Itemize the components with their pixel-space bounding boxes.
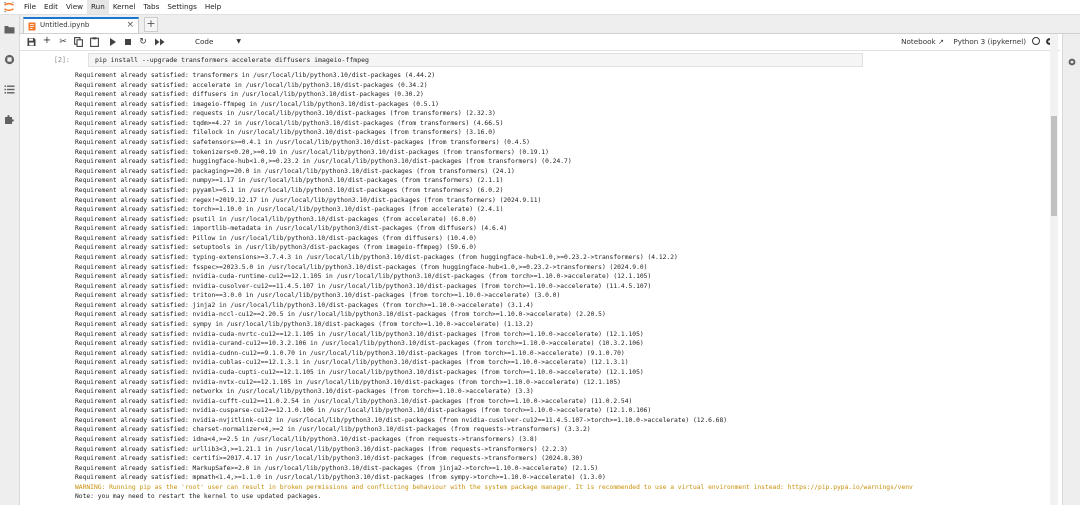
output-line: Requirement already satisfied: pyyaml>=5… (75, 186, 504, 194)
menu-run[interactable]: Run (87, 0, 109, 14)
output-line: Requirement already satisfied: packaging… (75, 167, 515, 175)
output-line: Requirement already satisfied: MarkupSaf… (75, 464, 599, 472)
output-line: Requirement already satisfied: nvidia-cu… (75, 349, 625, 357)
save-icon[interactable] (27, 37, 36, 47)
cell-prompt: [2]: (54, 56, 70, 64)
run-icon[interactable] (109, 37, 117, 47)
output-line: Requirement already satisfied: mpmath<1.… (75, 474, 606, 482)
output-line: Requirement already satisfied: nvidia-nc… (75, 311, 606, 319)
insert-cell-icon[interactable]: + (42, 36, 52, 46)
output-line: Requirement already satisfied: nvidia-cu… (75, 359, 629, 367)
output-line: Requirement already satisfied: diffusers… (75, 91, 424, 99)
output-line: Requirement already satisfied: torch>=1.… (75, 206, 504, 214)
output-line: Requirement already satisfied: nvidia-nv… (75, 378, 621, 386)
output-line: Requirement already satisfied: nvidia-cu… (75, 330, 644, 338)
scrollbar-thumb[interactable] (1051, 116, 1057, 216)
output-line: Requirement already satisfied: nvidia-cu… (75, 340, 644, 348)
left-sidebar (0, 15, 20, 505)
paste-icon[interactable] (90, 37, 99, 47)
menu-tabs[interactable]: Tabs (139, 0, 163, 14)
output-line: Requirement already satisfied: tokenizer… (75, 148, 549, 156)
property-inspector-icon[interactable] (1068, 58, 1076, 66)
cell-type-select[interactable]: Code ▼ (195, 35, 243, 49)
output-line: Requirement already satisfied: nvidia-nv… (75, 416, 728, 424)
output-warning: WARNING: Running pip as the 'root' user … (75, 483, 913, 491)
kernel-name[interactable]: Python 3 (ipykernel) (953, 37, 1026, 46)
menu-edit[interactable]: Edit (40, 0, 62, 14)
tab-untitled-notebook[interactable]: Untitled.ipynb × (23, 17, 139, 33)
output-line: Requirement already satisfied: imageio-f… (75, 100, 439, 108)
new-tab-button[interactable]: + (144, 17, 158, 32)
output-line: Requirement already satisfied: importlib… (75, 225, 508, 233)
output-line: Requirement already satisfied: transform… (75, 72, 436, 79)
output-line: Requirement already satisfied: tqdm>=4.2… (75, 119, 504, 127)
copy-icon[interactable] (74, 37, 83, 47)
notebook-toolbar: + ✂ ↻ Code ▼ Notebook ↗ Python 3 (ipyker… (20, 34, 1060, 51)
output-line: Requirement already satisfied: requests … (75, 110, 496, 118)
output-line: Requirement already satisfied: huggingfa… (75, 158, 572, 166)
output-line: Requirement already satisfied: regex!=20… (75, 196, 542, 204)
menu-view[interactable]: View (62, 0, 87, 14)
cell-input-code: pip install --upgrade transformers accel… (95, 56, 369, 64)
output-line: Requirement already satisfied: accelerat… (75, 81, 428, 89)
menu-help[interactable]: Help (201, 0, 225, 14)
output-line: Requirement already satisfied: numpy>=1.… (75, 177, 504, 185)
extension-icon[interactable] (4, 114, 15, 125)
cut-icon[interactable]: ✂ (58, 37, 68, 47)
output-line: Requirement already satisfied: nvidia-cu… (75, 368, 644, 376)
output-line: Requirement already satisfied: psutil in… (75, 215, 477, 223)
output-line: Requirement already satisfied: jinja2 in… (75, 301, 534, 309)
tab-label: Untitled.ipynb (40, 21, 90, 29)
menubar: File Edit View Run Kernel Tabs Settings … (0, 0, 1080, 15)
scrollbar[interactable] (1050, 34, 1058, 505)
notebook-label[interactable]: Notebook ↗ (901, 37, 944, 46)
output-line: Requirement already satisfied: Pillow in… (75, 234, 477, 242)
output-line: Requirement already satisfied: urllib3<3… (75, 445, 568, 453)
output-line: Requirement already satisfied: networkx … (75, 388, 534, 396)
cell-type-value: Code (195, 37, 214, 46)
notebook-icon (28, 22, 36, 31)
output-line: Requirement already satisfied: certifi>=… (75, 455, 584, 463)
cell-output: Requirement already satisfied: transform… (75, 71, 1045, 502)
close-icon[interactable]: × (126, 20, 134, 30)
folder-icon[interactable] (4, 24, 15, 35)
restart-icon[interactable]: ↻ (138, 37, 148, 47)
output-line: Requirement already satisfied: triton==3… (75, 292, 561, 300)
stop-icon[interactable] (124, 37, 132, 47)
menu-file[interactable]: File (20, 0, 40, 14)
output-line: Requirement already satisfied: filelock … (75, 129, 496, 137)
output-line: Requirement already satisfied: nvidia-cu… (75, 397, 633, 405)
kernel-status-icon (1032, 37, 1040, 45)
output-line: Requirement already satisfied: typing-ex… (75, 253, 678, 261)
output-note: Note: you may need to restart the kernel… (75, 493, 322, 501)
menu-settings[interactable]: Settings (163, 0, 200, 14)
output-line: Requirement already satisfied: fsspec>=2… (75, 263, 648, 271)
menu-items: File Edit View Run Kernel Tabs Settings … (20, 0, 225, 14)
fast-forward-icon[interactable] (154, 37, 166, 47)
output-line: Requirement already satisfied: charset-n… (75, 426, 591, 434)
output-line: Requirement already satisfied: nvidia-cu… (75, 407, 652, 415)
output-line: Requirement already satisfied: sympy in … (75, 321, 534, 329)
output-line: Requirement already satisfied: nvidia-cu… (75, 282, 652, 290)
output-line: Requirement already satisfied: setuptool… (75, 244, 477, 252)
output-line: Requirement already satisfied: safetenso… (75, 139, 530, 147)
notebook-label-text: Notebook (901, 37, 936, 46)
jupyter-logo-icon[interactable] (3, 1, 15, 13)
cell-input[interactable]: pip install --upgrade transformers accel… (88, 53, 863, 67)
open-external-icon: ↗ (937, 37, 944, 46)
output-line: Requirement already satisfied: nvidia-cu… (75, 273, 652, 281)
chevron-down-icon: ▼ (236, 38, 241, 45)
menu-kernel[interactable]: Kernel (109, 0, 140, 14)
tab-bar: Untitled.ipynb × + (20, 15, 1080, 34)
output-line: Requirement already satisfied: idna<4,>=… (75, 435, 538, 443)
toc-icon[interactable] (4, 84, 15, 95)
running-icon[interactable] (4, 54, 15, 65)
right-sidebar (1062, 34, 1080, 505)
